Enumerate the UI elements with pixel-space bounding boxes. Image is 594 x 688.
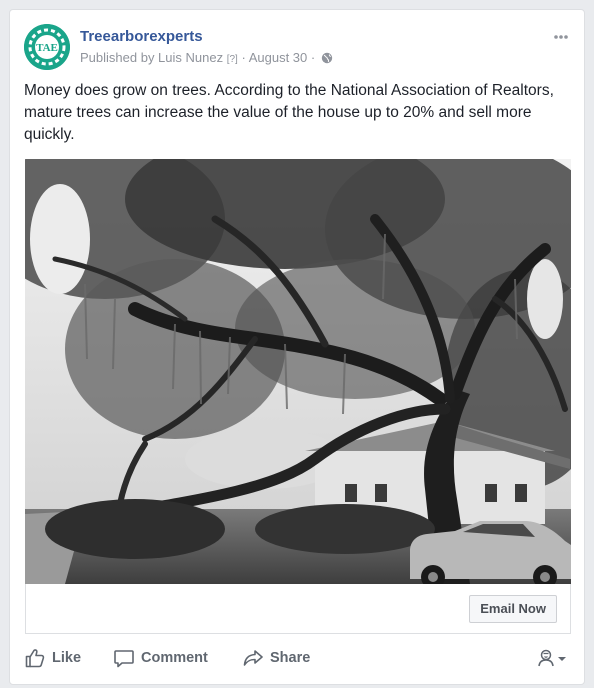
post-date[interactable]: August 30 <box>249 50 308 65</box>
like-label: Like <box>52 650 82 666</box>
meta-separator: · <box>310 50 316 65</box>
page-name-link[interactable]: Treearborexperts <box>80 28 203 45</box>
globe-icon[interactable] <box>321 52 333 67</box>
comment-button[interactable]: Comment <box>113 646 208 670</box>
more-options-button[interactable] <box>550 30 572 44</box>
avatar-logo-icon: TAE <box>24 24 70 70</box>
email-now-button[interactable]: Email Now <box>469 595 557 623</box>
svg-text:TAE: TAE <box>36 42 58 54</box>
share-button[interactable]: Share <box>242 646 310 670</box>
cta-bar: Email Now <box>25 584 571 634</box>
thumbs-up-icon <box>25 649 45 668</box>
post-meta: Published by Luis Nunez [?] · August 30 … <box>80 50 333 67</box>
post-header: TAE Treearborexperts Published by Luis N… <box>24 24 572 70</box>
comment-label: Comment <box>141 650 208 666</box>
page-avatar[interactable]: TAE <box>24 24 70 70</box>
help-marker[interactable]: [?] <box>227 54 238 65</box>
post-text: Money does grow on trees. According to t… <box>24 82 554 143</box>
audience-selector[interactable] <box>536 646 568 670</box>
post-photo[interactable] <box>25 159 571 584</box>
user-selector-icon <box>538 649 566 667</box>
speech-bubble-icon <box>114 650 134 668</box>
published-by[interactable]: Published by Luis Nunez <box>80 50 223 65</box>
meta-separator: · <box>241 50 246 65</box>
post-actions: Like Comment Share <box>24 646 572 670</box>
ellipsis-icon <box>554 35 568 39</box>
share-arrow-icon <box>243 650 263 666</box>
like-button[interactable]: Like <box>24 646 81 670</box>
post-card: TAE Treearborexperts Published by Luis N… <box>9 9 585 685</box>
photo-oak-tree-house-car-icon <box>25 159 571 584</box>
share-label: Share <box>270 650 311 666</box>
